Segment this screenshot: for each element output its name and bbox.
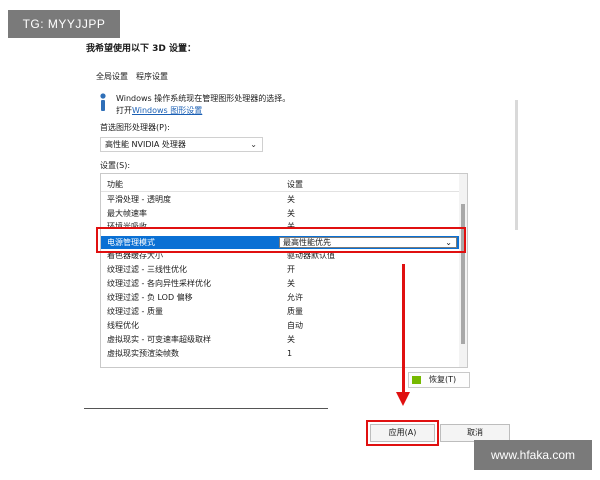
table-row[interactable]: 纹理过滤 - 负 LOD 偏移 允许 <box>101 291 459 304</box>
settings-label: 设置(S): <box>100 161 131 170</box>
row-feature: 最大帧速率 <box>107 209 147 218</box>
page-scrollbar[interactable] <box>515 100 518 230</box>
preferred-gpu-value: 高性能 NVIDIA 处理器 <box>105 140 186 149</box>
apply-button[interactable]: 应用(A) <box>370 424 435 442</box>
row-setting: 允许 <box>287 293 303 302</box>
row-setting: 1 <box>287 349 293 358</box>
row-setting: 关 <box>287 279 295 288</box>
row-setting: 关 <box>287 195 295 204</box>
divider <box>84 408 328 409</box>
row-feature: 线程优化 <box>107 321 139 330</box>
table-row[interactable]: 纹理过滤 - 质量 质量 <box>101 305 459 318</box>
grid-scrollbar[interactable] <box>459 174 467 367</box>
annotation-highlight-power-mode <box>96 227 466 253</box>
scrollbar-thumb[interactable] <box>461 204 465 344</box>
settings-heading: 我希望使用以下 3D 设置： <box>86 44 197 54</box>
annotation-arrow-head <box>396 392 410 406</box>
tab-global-settings[interactable]: 全局设置 <box>96 71 128 82</box>
restore-button[interactable]: 恢复(T) <box>408 372 470 388</box>
info-icon <box>96 92 110 112</box>
info-line-2: 打开Windows 图形设置 <box>116 105 290 117</box>
preferred-gpu-select[interactable]: 高性能 NVIDIA 处理器 ⌄ <box>100 137 263 152</box>
table-row[interactable]: 平滑处理 - 透明度 关 <box>101 193 459 206</box>
table-row[interactable]: 纹理过滤 - 各向异性采样优化 关 <box>101 277 459 290</box>
row-feature: 平滑处理 - 透明度 <box>107 195 171 204</box>
restore-label: 恢复(T) <box>429 375 457 384</box>
row-setting: 自动 <box>287 321 303 330</box>
row-feature: 纹理过滤 - 三线性优化 <box>107 265 187 274</box>
row-feature: 虚拟现实 - 可变速率超级取样 <box>107 335 211 344</box>
info-line-1: Windows 操作系统现在管理图形处理器的选择。 <box>116 94 291 103</box>
annotation-arrow-line <box>402 264 405 394</box>
row-setting: 开 <box>287 265 295 274</box>
settings-grid[interactable]: 功能 设置 平滑处理 - 透明度 关 最大帧速率 关 环境光吸收 关 电源管理模… <box>100 173 468 368</box>
windows-graphics-settings-link[interactable]: Windows 图形设置 <box>132 106 202 115</box>
row-setting: 质量 <box>287 307 303 316</box>
chevron-down-icon: ⌄ <box>250 140 257 149</box>
row-feature: 纹理过滤 - 负 LOD 偏移 <box>107 293 193 302</box>
table-row[interactable]: 虚拟现实预渲染帧数 1 <box>101 347 459 360</box>
preferred-gpu-label: 首选图形处理器(P): <box>100 123 170 132</box>
row-feature: 虚拟现实预渲染帧数 <box>107 349 179 358</box>
info-line-2-prefix: 打开 <box>116 106 132 115</box>
watermark-top-left: TG: MYYJJPP <box>8 10 120 38</box>
grid-header: 功能 设置 <box>101 178 459 192</box>
table-row[interactable]: 虚拟现实 - 可变速率超级取样 关 <box>101 333 459 346</box>
table-row[interactable]: 纹理过滤 - 三线性优化 开 <box>101 263 459 276</box>
column-feature: 功能 <box>107 180 123 189</box>
watermark-bottom-right: www.hfaka.com <box>474 440 592 470</box>
table-row[interactable]: 最大帧速率 关 <box>101 207 459 220</box>
info-message: Windows 操作系统现在管理图形处理器的选择。 打开Windows 图形设置 <box>116 93 290 117</box>
row-feature: 纹理过滤 - 质量 <box>107 307 163 316</box>
tab-program-settings[interactable]: 程序设置 <box>136 71 168 82</box>
column-setting: 设置 <box>287 180 303 189</box>
table-row[interactable]: 线程优化 自动 <box>101 319 459 332</box>
row-setting: 关 <box>287 209 295 218</box>
row-feature: 纹理过滤 - 各向异性采样优化 <box>107 279 211 288</box>
row-setting: 关 <box>287 335 295 344</box>
nvidia-logo-icon <box>412 376 421 384</box>
